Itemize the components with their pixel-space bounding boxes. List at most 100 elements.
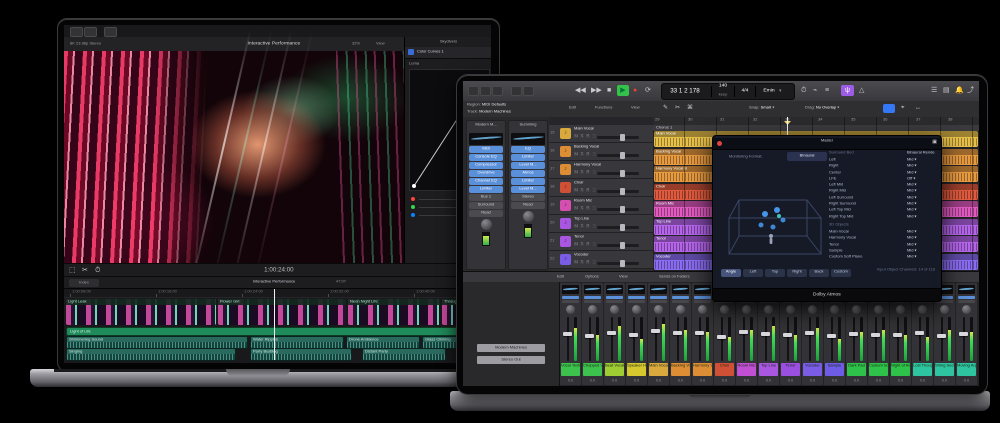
color-curves-header[interactable]: Color Curves 1 — [405, 47, 491, 59]
plugin-slot[interactable]: Limiter — [469, 186, 503, 193]
fader-handle[interactable] — [739, 330, 748, 334]
channel-name-label[interactable]: String Section — [935, 363, 954, 376]
track-m-button[interactable]: M — [574, 152, 578, 156]
pan-knob[interactable] — [808, 305, 817, 314]
plugin-slot[interactable]: Midi — [469, 146, 503, 153]
cycle-button[interactable]: ⟳ — [645, 87, 651, 94]
track-header-room-mic[interactable]: 19♪Room MicMSRI — [549, 197, 653, 215]
track-s-button[interactable]: S — [580, 152, 584, 156]
audio-clip[interactable]: Party Bustling — [250, 348, 352, 361]
pan-knob[interactable] — [940, 305, 949, 314]
fader-handle[interactable] — [717, 335, 726, 339]
track-s-button[interactable]: S — [580, 260, 584, 264]
track-header-top-line[interactable]: 20♪Top LineMSRI — [549, 215, 653, 233]
fader-handle[interactable] — [629, 333, 638, 337]
waveform-zoom-icon[interactable]: ↔ — [915, 105, 921, 111]
scissors-tool-icon[interactable]: ✂ — [675, 105, 680, 111]
eq-thumbnail[interactable] — [958, 285, 975, 294]
plugin-slot[interactable]: Level M... — [511, 186, 545, 193]
fader-handle[interactable] — [563, 332, 572, 336]
bed-channel-row[interactable]: Right Top MidMid ▾ — [829, 214, 935, 220]
track-msri-buttons[interactable]: MSRI — [574, 224, 597, 231]
track-header-main-vocal[interactable]: 15♪Main VocalMSRI — [549, 125, 653, 143]
track-msri-buttons[interactable]: MSRI — [574, 206, 597, 213]
mixer-strip-harmony-vocal[interactable]: Harmony Vocal0.0 — [692, 283, 713, 385]
pan-knob[interactable] — [830, 305, 839, 314]
slider-handle[interactable] — [620, 134, 625, 141]
mixer-view-menu[interactable]: View — [619, 274, 647, 279]
automation-slot[interactable]: Read — [469, 210, 503, 217]
fader-handle[interactable] — [585, 334, 594, 338]
plugin-slot[interactable]: Limiter — [511, 154, 545, 161]
track-r-button[interactable]: R — [586, 170, 590, 174]
audio-clip[interactable]: Singing — [66, 348, 236, 361]
volume-slider[interactable] — [597, 172, 639, 175]
send-slot[interactable] — [958, 300, 975, 303]
library-toggle-icon[interactable] — [468, 86, 479, 96]
view-menu[interactable]: View — [631, 105, 661, 110]
volume-slider[interactable] — [597, 244, 639, 247]
pan-knob[interactable] — [566, 305, 575, 314]
channel-name-label[interactable]: Lost Thoughts — [913, 363, 932, 376]
atmos-titlebar[interactable]: Master ▣ — [713, 138, 941, 150]
lcd-display[interactable]: 33 1 2 178 140 keep 4/4 Emin ▾ — [661, 83, 795, 100]
insert-slot[interactable] — [694, 296, 711, 299]
track-msri-buttons[interactable]: MSRI — [574, 134, 597, 141]
pan-knob[interactable] — [764, 305, 773, 314]
mixer-edit-menu[interactable]: Edit — [557, 274, 583, 279]
import-icon[interactable] — [104, 27, 117, 37]
track-m-button[interactable]: M — [574, 188, 578, 192]
pan-knob[interactable] — [962, 305, 971, 314]
fader-handle[interactable] — [915, 331, 924, 335]
master-volume-icon[interactable]: ≡ — [825, 87, 829, 94]
fader-handle[interactable] — [651, 329, 660, 333]
plugin-slot[interactable]: Console EQ — [469, 154, 503, 161]
drag-menu[interactable]: Drag: No Overlap ▾ — [805, 105, 895, 110]
track-msri-buttons[interactable]: MSRI — [574, 260, 597, 267]
track-r-button[interactable]: R — [586, 152, 590, 156]
channel-name-label[interactable]: Vocal Textures — [561, 363, 580, 376]
plugin-slot[interactable]: Atmos — [511, 170, 545, 177]
fader-handle[interactable] — [849, 332, 858, 336]
insert-slot[interactable] — [562, 296, 579, 299]
track-m-button[interactable]: M — [574, 224, 578, 228]
track-i-button[interactable]: I — [592, 206, 596, 210]
track-i-button[interactable]: I — [592, 134, 596, 138]
channel-name-label[interactable]: Beat Vocals — [605, 363, 624, 376]
mixer-track-name-label[interactable]: Modern Machines — [477, 344, 545, 352]
channel-name-label[interactable]: Vocoder — [803, 363, 822, 376]
track-s-button[interactable]: S — [580, 134, 584, 138]
pan-knob[interactable] — [742, 305, 751, 314]
view-menu[interactable]: View — [376, 41, 406, 46]
slider-handle[interactable] — [620, 224, 625, 231]
fader-handle[interactable] — [783, 333, 792, 337]
track-m-button[interactable]: M — [574, 170, 578, 174]
channel-name-label[interactable]: Tenor — [781, 363, 800, 376]
track-r-button[interactable]: R — [586, 224, 590, 228]
channel-name-label[interactable]: Choir — [715, 363, 734, 376]
channel-name-label[interactable]: Speaker Harmonies — [627, 363, 646, 376]
track-s-button[interactable]: S — [580, 206, 584, 210]
track-r-button[interactable]: R — [586, 206, 590, 210]
mixer-strip-vocal-textures[interactable]: Vocal Textures0.0 — [560, 283, 581, 385]
insert-slot[interactable] — [606, 296, 623, 299]
fader-handle[interactable] — [893, 333, 902, 337]
pan-knob[interactable] — [720, 305, 729, 314]
atmos-3d-room-view[interactable] — [721, 170, 825, 262]
pan-knob[interactable] — [610, 305, 619, 314]
eq-thumbnail[interactable] — [628, 285, 645, 294]
view-button-top[interactable]: Top — [765, 269, 785, 277]
stop-button[interactable]: ■ — [607, 87, 611, 94]
mixer-strip-moving-arp[interactable]: Moving Arp0.0 — [956, 283, 977, 385]
track-header-tenor[interactable]: 21♪TenorMSRI — [549, 233, 653, 251]
mixer-strip-chopped-vocals[interactable]: Chopped Vocals0.0 — [582, 283, 603, 385]
insert-slot[interactable] — [958, 296, 975, 299]
fader-handle[interactable] — [673, 331, 682, 335]
object-channel-row[interactable]: Custom Soft PianoMid ▾ — [829, 254, 935, 260]
send-slot[interactable] — [672, 300, 689, 303]
timeline-ruler[interactable]: 1:00:08:001:00:16:001:00:24:001:00:32:00… — [64, 289, 491, 298]
insert-slot[interactable] — [628, 296, 645, 299]
tools-menu-icon[interactable]: ✂ — [82, 267, 88, 274]
index-button[interactable]: Index — [69, 279, 99, 287]
video-clip[interactable]: Neon Night Life — [348, 299, 440, 325]
